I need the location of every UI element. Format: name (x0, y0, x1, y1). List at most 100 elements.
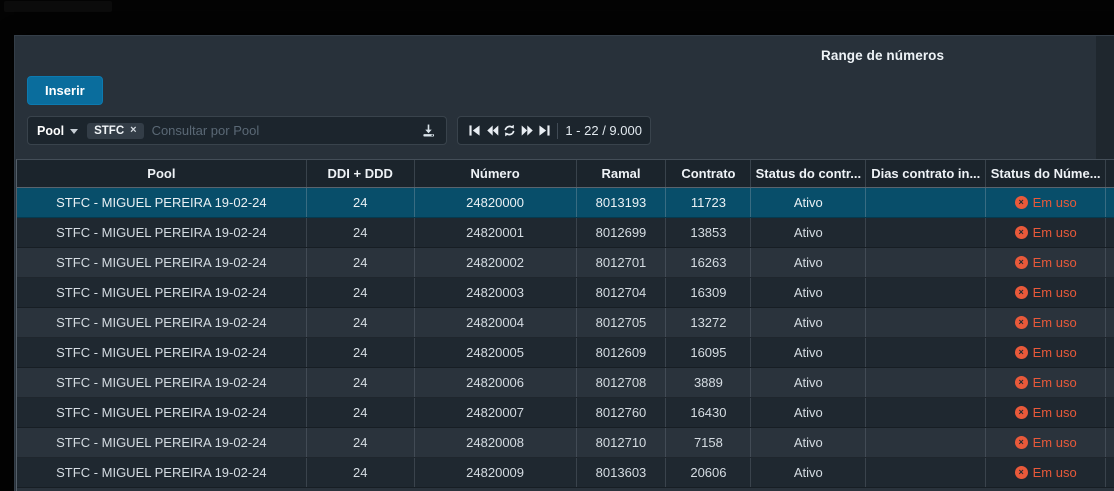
column-header-contrato[interactable]: Contrato (666, 160, 751, 187)
column-header-dias-contrato[interactable]: Dias contrato in... (866, 160, 986, 187)
in-use-icon: × (1015, 316, 1028, 329)
in-use-icon: × (1015, 256, 1028, 269)
cell-pool: STFC - MIGUEL PEREIRA 19-02-24 (17, 428, 307, 457)
table-row[interactable]: STFC - MIGUEL PEREIRA 19-02-242424820005… (17, 338, 1114, 368)
cell-ramal: 8012708 (577, 368, 667, 397)
cell-dias-contrato (866, 188, 986, 217)
cell-contrato: 3889 (666, 368, 751, 397)
filter-chip[interactable]: STFC × (87, 123, 143, 139)
cell-extra (1106, 308, 1114, 337)
cell-extra (1106, 188, 1114, 217)
cell-ddi-ddd: 24 (307, 368, 415, 397)
cell-dias-contrato (866, 308, 986, 337)
filter-bar: Pool STFC × (27, 116, 447, 145)
cell-contrato: 16430 (666, 398, 751, 427)
cell-status-contrato: Ativo (751, 458, 866, 487)
cell-pool: STFC - MIGUEL PEREIRA 19-02-24 (17, 308, 307, 337)
cell-ramal: 8013193 (577, 188, 667, 217)
cell-status-contrato: Ativo (751, 338, 866, 367)
cell-contrato: 7158 (666, 428, 751, 457)
cell-contrato: 20606 (666, 458, 751, 487)
cell-dias-contrato (866, 218, 986, 247)
insert-button[interactable]: Inserir (27, 76, 103, 105)
cell-ddi-ddd: 24 (307, 278, 415, 307)
in-use-icon: × (1015, 376, 1028, 389)
cell-contrato: 16095 (666, 338, 751, 367)
cell-ramal: 8012710 (577, 428, 667, 457)
cell-contrato: 13853 (666, 218, 751, 247)
cell-extra (1106, 278, 1114, 307)
download-icon[interactable] (420, 122, 437, 139)
table-row[interactable]: STFC - MIGUEL PEREIRA 19-02-242424820003… (17, 278, 1114, 308)
cell-status-numero: ×Em uso (986, 458, 1106, 487)
cell-status-numero: × Em uso (986, 278, 1106, 307)
chip-close-icon[interactable]: × (130, 125, 136, 136)
cell-status-contrato: Ativo (751, 398, 866, 427)
in-use-icon: × (1015, 466, 1028, 479)
refresh-icon[interactable] (501, 117, 518, 144)
status-badge: Em uso (1033, 435, 1077, 450)
column-header-ramal[interactable]: Ramal (577, 160, 667, 187)
cell-extra (1106, 248, 1114, 277)
cell-ddi-ddd: 24 (307, 428, 415, 457)
table-row[interactable]: STFC - MIGUEL PEREIRA 19-02-242424820001… (17, 218, 1114, 248)
previous-page-button[interactable] (483, 117, 500, 144)
cell-contrato: 16309 (666, 278, 751, 307)
last-page-button[interactable] (536, 117, 553, 144)
table-row[interactable]: STFC - MIGUEL PEREIRA 19-02-242424820009… (17, 458, 1114, 488)
cell-ramal: 8012609 (577, 338, 667, 367)
table-row[interactable]: STFC - MIGUEL PEREIRA 19-02-242424820007… (17, 398, 1114, 428)
cell-ddi-ddd: 24 (307, 398, 415, 427)
cell-ramal: 8012760 (577, 398, 667, 427)
table-row[interactable]: STFC - MIGUEL PEREIRA 19-02-242424820000… (17, 188, 1114, 218)
cell-ddi-ddd: 24 (307, 458, 415, 487)
table-row[interactable]: STFC - MIGUEL PEREIRA 19-02-242424820008… (17, 428, 1114, 458)
cell-pool: STFC - MIGUEL PEREIRA 19-02-24 (17, 398, 307, 427)
in-use-icon: × (1015, 406, 1028, 419)
cell-ddi-ddd: 24 (307, 218, 415, 247)
first-page-button[interactable] (466, 117, 483, 144)
cell-extra (1106, 428, 1114, 457)
column-header-status-contrato[interactable]: Status do contr... (751, 160, 866, 187)
pagination-bar: 1 - 22 / 9.000 (457, 116, 651, 145)
column-header-numero[interactable]: Número (415, 160, 577, 187)
column-header-status-numero[interactable]: Status do Núme... (986, 160, 1106, 187)
table-row[interactable]: STFC - MIGUEL PEREIRA 19-02-242424820004… (17, 308, 1114, 338)
cell-numero: 24820005 (415, 338, 577, 367)
cell-numero: 24820001 (415, 218, 577, 247)
chip-label: STFC (94, 125, 124, 137)
table-row[interactable]: STFC - MIGUEL PEREIRA 19-02-242424820002… (17, 248, 1114, 278)
cell-dias-contrato (866, 458, 986, 487)
panel-right-strip (1096, 36, 1114, 159)
in-use-icon: × (1015, 286, 1028, 299)
column-header-ddi-ddd[interactable]: DDI + DDD (307, 160, 415, 187)
cell-dias-contrato (866, 248, 986, 277)
cell-status-numero: × Em uso (986, 428, 1106, 457)
column-header-pool[interactable]: Pool (17, 160, 307, 187)
status-badge: Em uso (1033, 285, 1077, 300)
search-input[interactable] (152, 123, 414, 138)
cell-ddi-ddd: 24 (307, 248, 415, 277)
cell-status-numero: ×Em uso (986, 308, 1106, 337)
table-header-row: Pool DDI + DDD Número Ramal Contrato Sta… (17, 160, 1114, 188)
in-use-icon: × (1015, 346, 1028, 359)
cell-status-contrato: Ativo (751, 248, 866, 277)
cell-pool: STFC - MIGUEL PEREIRA 19-02-24 (17, 188, 307, 217)
cell-status-numero: ×Em uso (986, 188, 1106, 217)
cell-numero: 24820004 (415, 308, 577, 337)
obscured-page-header (4, 1, 112, 12)
cell-numero: 24820006 (415, 368, 577, 397)
cell-numero: 24820009 (415, 458, 577, 487)
pager-divider (557, 123, 558, 139)
cell-status-numero: ×Em uso (986, 218, 1106, 247)
cell-ddi-ddd: 24 (307, 338, 415, 367)
in-use-icon: × (1015, 436, 1028, 449)
cell-status-contrato: Ativo (751, 368, 866, 397)
table-row[interactable]: STFC - MIGUEL PEREIRA 19-02-242424820006… (17, 368, 1114, 398)
cell-extra (1106, 368, 1114, 397)
in-use-icon: × (1015, 196, 1028, 209)
filter-field-dropdown[interactable]: Pool (37, 124, 78, 138)
cell-numero: 24820008 (415, 428, 577, 457)
next-page-button[interactable] (518, 117, 535, 144)
cell-extra (1106, 398, 1114, 427)
